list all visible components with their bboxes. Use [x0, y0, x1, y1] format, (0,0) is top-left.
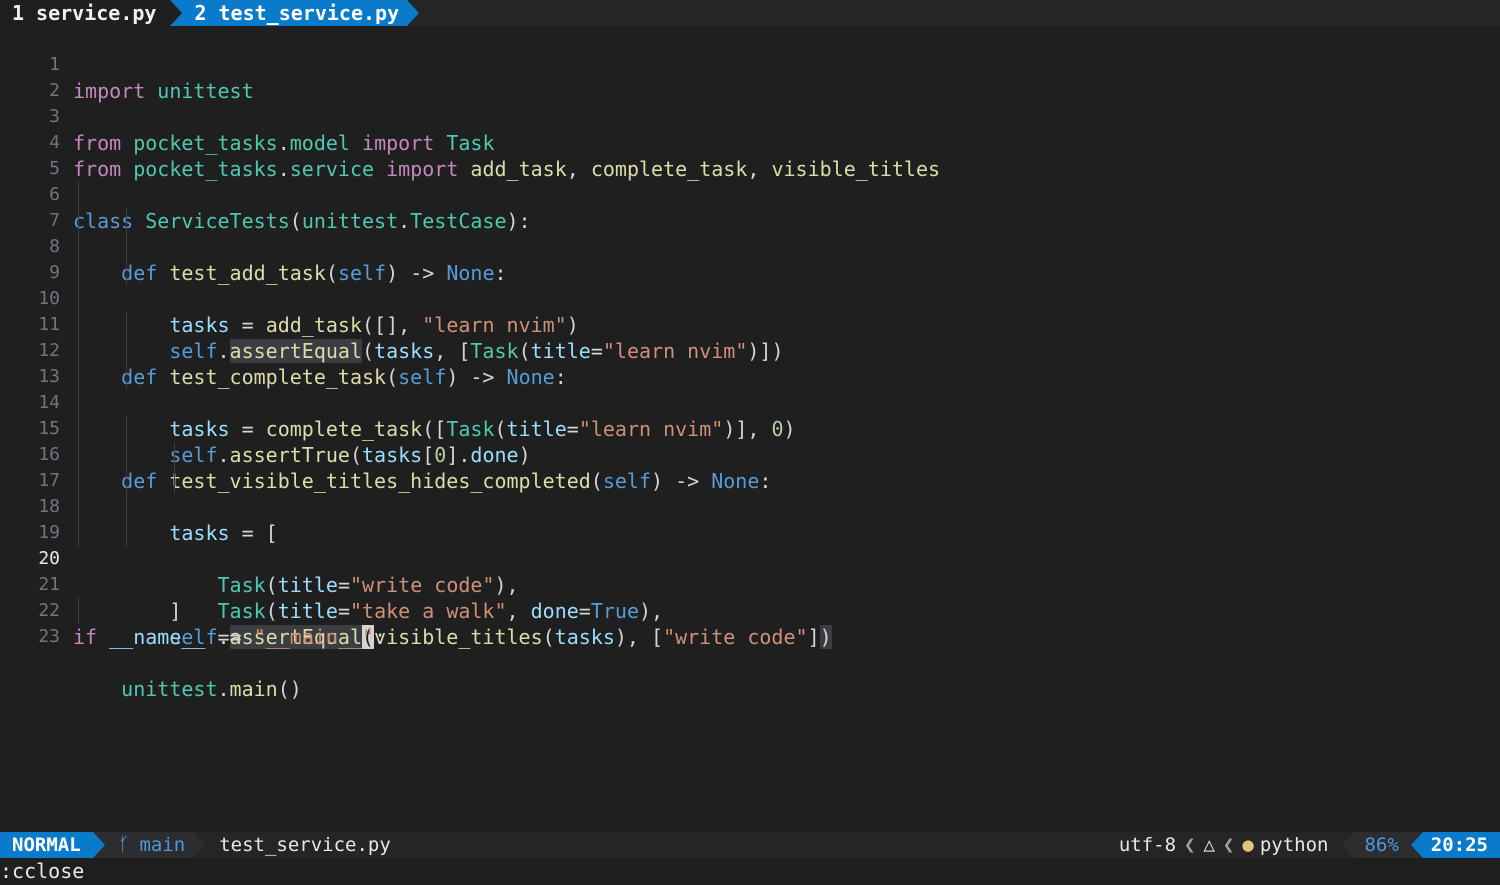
code-line[interactable]: 12 tasks = complete_task([Task(title="le… [0, 312, 1500, 441]
git-branch[interactable]: ᚶ main [104, 832, 194, 858]
code-text: if __name__ == "__main__": [73, 625, 387, 649]
indent-guide [126, 338, 127, 364]
code-line[interactable]: 18 Task(title="take a walk", done=True), [0, 468, 1500, 623]
indent-guide [78, 416, 79, 442]
code-line[interactable]: 13 self.assertTrue(tasks[0].done) [0, 338, 1500, 467]
filetype-label: python [1259, 834, 1329, 856]
indent-guide [78, 494, 79, 520]
segment-separator [193, 832, 206, 858]
file-encoding: utf-8 [1118, 834, 1177, 856]
indent-guide [78, 520, 79, 546]
statusline: NORMAL ᚶ main test_service.py utf-8 ❮ △ ❮… [0, 832, 1500, 858]
indent-guide [126, 442, 127, 468]
separator-icon: ❮ [1222, 834, 1235, 856]
indent-guide [78, 598, 79, 624]
code-line[interactable]: 2 [0, 52, 1500, 101]
indent-guide [126, 208, 127, 234]
code-line[interactable]: 9 self.assertEqual(tasks, [Task(title="l… [0, 234, 1500, 363]
mode-indicator: NORMAL [0, 832, 93, 858]
tab-number: 2 [194, 1, 207, 25]
indent-guide [78, 208, 79, 234]
status-filename: test_service.py [219, 834, 391, 856]
indent-guide [126, 520, 127, 546]
code-line[interactable]: 15 def test_visible_titles_hides_complet… [0, 390, 1500, 493]
indent-guide [174, 468, 175, 494]
code-line[interactable]: 3 from pocket_tasks.model import Task [0, 78, 1500, 155]
code-line[interactable]: 4 from pocket_tasks.service import add_t… [0, 104, 1500, 181]
segment-separator [92, 832, 105, 858]
editor-buffer[interactable]: 1 import unittest 2 3 from pocket_tasks.… [0, 26, 1500, 832]
code-line[interactable]: 6 class ServiceTests(unittest.TestCase): [0, 156, 1500, 233]
linux-penguin-icon: △ [1203, 834, 1215, 856]
tab-label: service.py [36, 1, 157, 25]
indent-guide [174, 442, 175, 468]
tab-number: 1 [12, 1, 25, 25]
line-number: 23 [38, 626, 60, 647]
code-line[interactable]: 8 tasks = add_task([], "learn nvim") [0, 208, 1500, 337]
indent-guide [78, 338, 79, 364]
code-line[interactable]: 5 [0, 130, 1500, 179]
git-branch-icon: ᚶ [118, 834, 130, 855]
indent-guide [126, 468, 127, 494]
tab-test-service-py[interactable]: 2 test_service.py [170, 0, 408, 26]
code-line[interactable]: 22 if __name__ == "__main__": [0, 572, 1500, 649]
code-line[interactable]: 16 tasks = [ [0, 416, 1500, 545]
tab-service-py[interactable]: 1 service.py [0, 0, 171, 26]
indent-guide [126, 260, 127, 286]
indent-guide [126, 494, 127, 520]
code-line[interactable]: 23 unittest.main() [0, 598, 1500, 701]
indent-guide [78, 312, 79, 338]
indent-guide [78, 364, 79, 390]
indent-guide [126, 312, 127, 338]
indent-guide [78, 390, 79, 416]
indent-guide [126, 364, 127, 390]
segment-separator [1342, 832, 1355, 858]
indent-guide [78, 182, 79, 208]
indent-guide [78, 468, 79, 494]
code-line[interactable]: 11 def test_complete_task(self) -> None: [0, 286, 1500, 389]
nvim-window: 1 service.py 2 test_service.py 1 import un… [0, 0, 1500, 885]
indent-guide [78, 234, 79, 260]
scroll-percent: 86% [1354, 832, 1411, 858]
indent-guide [126, 234, 127, 260]
code-line[interactable]: 10 [0, 260, 1500, 309]
command-line[interactable]: :cclose [0, 858, 1500, 885]
tabline: 1 service.py 2 test_service.py [0, 0, 1500, 26]
tab-label: test_service.py [218, 1, 400, 25]
git-branch-label: main [139, 834, 186, 856]
code-line[interactable]: 7 def test_add_task(self) -> None: [0, 182, 1500, 285]
code-line[interactable]: 14 [0, 364, 1500, 413]
indent-guide [78, 442, 79, 468]
code-line[interactable]: 19 ] [0, 494, 1500, 623]
indent-guide [78, 260, 79, 286]
tab-separator [407, 0, 420, 26]
segment-separator [1410, 832, 1423, 858]
separator-icon: ❮ [1184, 834, 1196, 856]
cursor-position: 20:25 [1422, 832, 1500, 858]
indent-guide [126, 416, 127, 442]
code-line[interactable]: 17 Task(title="write code"), [0, 442, 1500, 597]
indent-guide [78, 286, 79, 312]
code-line-current[interactable]: 20 self.assertEqual(visible_titles(tasks… [0, 520, 1500, 649]
python-icon: ● [1242, 834, 1254, 856]
code-text: unittest.main() [121, 677, 302, 701]
status-right: utf-8 ❮ △ ❮ ● python [1119, 834, 1343, 856]
code-line[interactable]: 1 import unittest [0, 26, 1500, 103]
code-line[interactable]: 21 [0, 546, 1500, 595]
